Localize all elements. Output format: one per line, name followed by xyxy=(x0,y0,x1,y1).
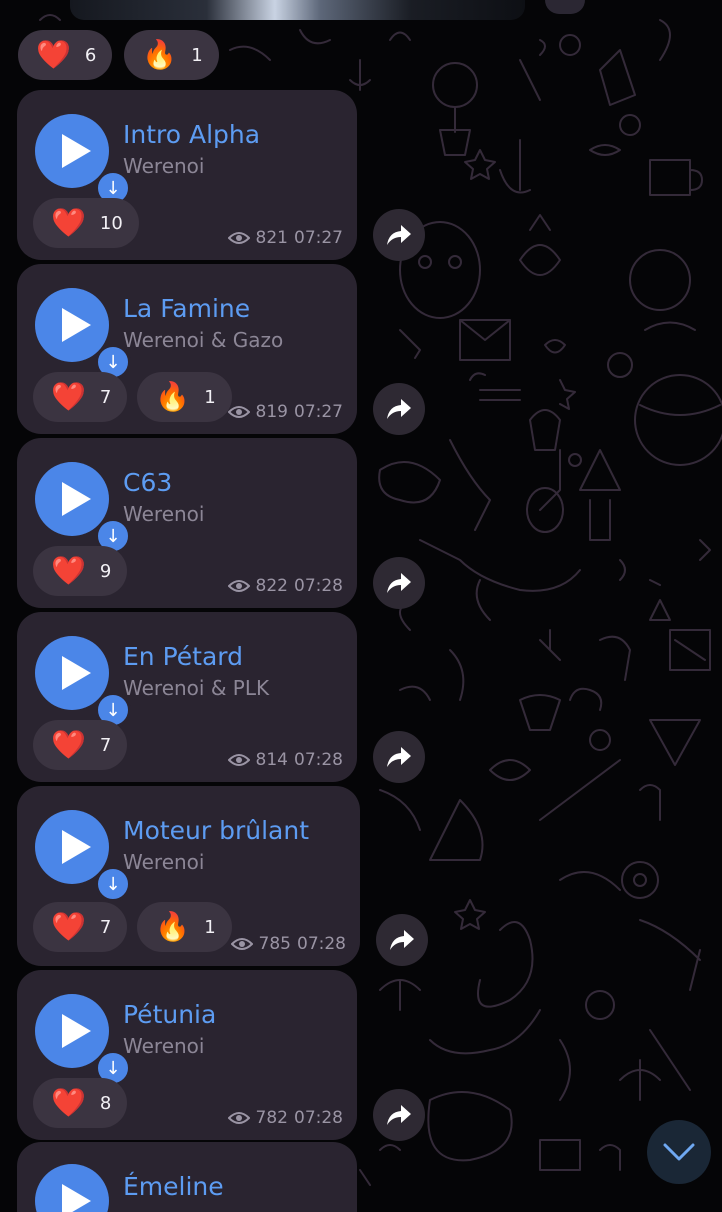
reaction-count: 7 xyxy=(99,916,112,938)
message-reactions: ❤️ 7 🔥 1 xyxy=(33,902,232,952)
message-time: 07:27 xyxy=(294,228,343,248)
track-artist: Werenoi xyxy=(123,1034,205,1058)
view-count: 814 xyxy=(255,750,288,770)
view-count: 782 xyxy=(255,1108,288,1128)
track-artist: Werenoi xyxy=(123,154,205,178)
track-title: En Pétard xyxy=(123,642,243,671)
fire-icon: 🔥 xyxy=(155,910,191,943)
reaction-count: 7 xyxy=(99,386,112,408)
reaction-fire[interactable]: 🔥 1 xyxy=(137,902,232,952)
audio-message[interactable]: ↓ Pétunia Werenoi ❤️ 8 782 07:28 xyxy=(17,970,357,1140)
reaction-count: 1 xyxy=(204,916,216,938)
reaction-count: 10 xyxy=(99,212,123,234)
eye-icon xyxy=(230,938,253,950)
message-meta: 782 07:28 xyxy=(227,1108,343,1128)
reaction-heart[interactable]: ❤️ 7 xyxy=(33,720,128,770)
view-count: 785 xyxy=(258,934,291,954)
forward-button[interactable] xyxy=(373,731,425,783)
audio-message[interactable]: ↓ Moteur brûlant Werenoi ❤️ 7 🔥 1 785 07… xyxy=(17,786,360,966)
forward-button[interactable] xyxy=(376,914,428,966)
reaction-fire[interactable]: 🔥 1 xyxy=(137,372,232,422)
reaction-heart[interactable]: ❤️ 8 xyxy=(33,1078,128,1128)
message-time: 07:28 xyxy=(294,1108,343,1128)
track-title: Pétunia xyxy=(123,1000,217,1029)
message-meta: 785 07:28 xyxy=(230,934,346,954)
share-forward-icon xyxy=(387,573,411,593)
forward-button[interactable] xyxy=(373,1089,425,1141)
fire-icon: 🔥 xyxy=(155,380,191,413)
track-title: C63 xyxy=(123,468,173,497)
chevron-down-icon xyxy=(663,1143,695,1161)
eye-icon xyxy=(227,1112,250,1124)
share-forward-icon xyxy=(387,399,411,419)
audio-message[interactable]: ↓ C63 Werenoi ❤️ 9 822 07:28 xyxy=(17,438,357,608)
reaction-heart[interactable]: ❤️ 9 xyxy=(33,546,128,596)
message-time: 07:28 xyxy=(294,750,343,770)
eye-icon xyxy=(227,580,250,592)
previous-message-reactions: ❤️ 6 🔥 1 xyxy=(18,30,219,80)
track-artist: Werenoi xyxy=(123,502,205,526)
view-count: 822 xyxy=(255,576,288,596)
view-count: 821 xyxy=(255,228,288,248)
heart-icon: ❤️ xyxy=(51,380,86,413)
forward-button[interactable] xyxy=(373,383,425,435)
message-meta: 819 07:27 xyxy=(227,402,343,422)
track-title: Intro Alpha xyxy=(123,120,261,149)
reaction-count: 1 xyxy=(204,386,216,408)
audio-message[interactable]: ↓ La Famine Werenoi & Gazo ❤️ 7 🔥 1 819 … xyxy=(17,264,357,434)
reaction-count: 8 xyxy=(99,1092,112,1114)
track-title: La Famine xyxy=(123,294,251,323)
message-reactions: ❤️ 9 xyxy=(33,546,128,596)
eye-icon xyxy=(227,754,250,766)
share-forward-icon xyxy=(387,747,411,767)
play-icon[interactable] xyxy=(35,1164,109,1212)
eye-icon xyxy=(227,406,250,418)
view-count: 819 xyxy=(255,402,288,422)
reaction-count: 6 xyxy=(84,44,97,66)
heart-icon: ❤️ xyxy=(51,728,86,761)
message-reactions: ❤️ 8 xyxy=(33,1078,128,1128)
reaction-count: 7 xyxy=(99,734,112,756)
reaction-fire[interactable]: 🔥 1 xyxy=(124,30,219,80)
message-reactions: ❤️ 7 🔥 1 xyxy=(33,372,232,422)
forward-button[interactable] xyxy=(373,557,425,609)
message-meta: 822 07:28 xyxy=(227,576,343,596)
reaction-heart[interactable]: ❤️ 7 xyxy=(33,902,128,952)
message-reactions: ❤️ 7 xyxy=(33,720,128,770)
message-time: 07:28 xyxy=(297,934,346,954)
reaction-heart[interactable]: ❤️ 6 xyxy=(18,30,113,80)
audio-message[interactable]: ↓ Intro Alpha Werenoi ❤️ 10 821 07:27 xyxy=(17,90,357,260)
reaction-count: 1 xyxy=(191,44,203,66)
track-artist: Werenoi & Gazo xyxy=(123,328,284,352)
heart-icon: ❤️ xyxy=(36,38,71,71)
fire-icon: 🔥 xyxy=(142,38,178,71)
heart-icon: ❤️ xyxy=(51,206,86,239)
track-title: Émeline xyxy=(123,1172,224,1201)
heart-icon: ❤️ xyxy=(51,554,86,587)
eye-icon xyxy=(227,232,250,244)
audio-message-partial[interactable]: Émeline xyxy=(17,1142,357,1212)
audio-message[interactable]: ↓ En Pétard Werenoi & PLK ❤️ 7 814 07:28 xyxy=(17,612,357,782)
track-artist: Werenoi xyxy=(123,850,205,874)
heart-icon: ❤️ xyxy=(51,910,86,943)
scroll-to-bottom-button[interactable] xyxy=(647,1120,711,1184)
reaction-count: 9 xyxy=(99,560,112,582)
track-artist: Werenoi & PLK xyxy=(123,676,270,700)
share-forward-icon xyxy=(387,225,411,245)
previous-media-thumbnail[interactable] xyxy=(70,0,525,20)
share-forward-icon xyxy=(387,1105,411,1125)
message-time: 07:28 xyxy=(294,576,343,596)
share-forward-icon xyxy=(390,930,414,950)
message-meta: 814 07:28 xyxy=(227,750,343,770)
reaction-heart[interactable]: ❤️ 10 xyxy=(33,198,139,248)
message-meta: 821 07:27 xyxy=(227,228,343,248)
forward-button[interactable] xyxy=(373,209,425,261)
track-title: Moteur brûlant xyxy=(123,816,310,845)
reaction-heart[interactable]: ❤️ 7 xyxy=(33,372,128,422)
message-reactions: ❤️ 10 xyxy=(33,198,139,248)
heart-icon: ❤️ xyxy=(51,1086,86,1119)
message-time: 07:27 xyxy=(294,402,343,422)
